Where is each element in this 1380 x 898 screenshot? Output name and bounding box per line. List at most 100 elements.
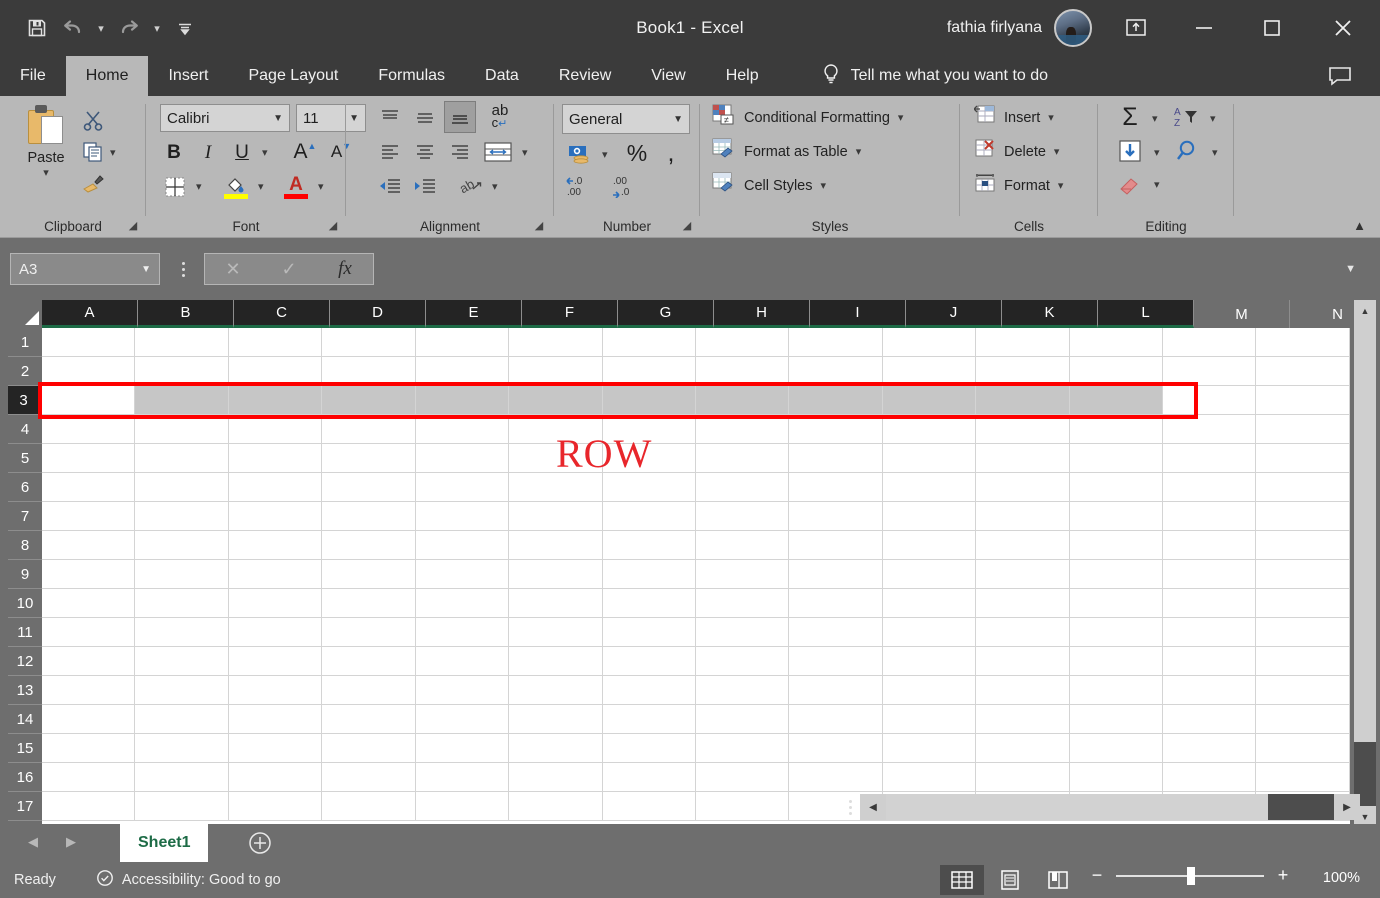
- cell-B9[interactable]: [135, 560, 229, 589]
- row-header-16[interactable]: 16: [8, 763, 42, 792]
- fill-color-button[interactable]: [220, 172, 252, 202]
- cell-F16[interactable]: [509, 763, 603, 792]
- cell-D14[interactable]: [322, 705, 416, 734]
- cell-B3[interactable]: [135, 386, 229, 415]
- tell-me-search[interactable]: Tell me what you want to do: [821, 56, 1048, 96]
- tab-formulas[interactable]: Formulas: [358, 56, 465, 96]
- column-header-G[interactable]: G: [618, 300, 714, 328]
- cell-C9[interactable]: [228, 560, 323, 589]
- fill-button[interactable]: [1114, 136, 1148, 166]
- wrap-text-button[interactable]: ab c↵: [480, 102, 520, 132]
- cell-B11[interactable]: [135, 618, 229, 647]
- cell-E10[interactable]: [415, 589, 510, 618]
- cell-A6[interactable]: [42, 473, 136, 502]
- number-dialog-launcher[interactable]: ◢: [680, 218, 694, 232]
- zoom-slider-track[interactable]: [1116, 866, 1264, 885]
- horizontal-scroll-thumb[interactable]: [886, 794, 1268, 820]
- row-header-3[interactable]: 3: [8, 386, 42, 415]
- copy-button[interactable]: [78, 138, 108, 166]
- cell-J6[interactable]: [882, 473, 977, 502]
- cell-E7[interactable]: [415, 502, 510, 531]
- cell-N16[interactable]: [1256, 763, 1350, 792]
- cell-H17[interactable]: [695, 792, 790, 821]
- tab-page-layout[interactable]: Page Layout: [228, 56, 358, 96]
- cell-N9[interactable]: [1256, 560, 1350, 589]
- middle-align-button[interactable]: [409, 104, 441, 132]
- formula-input[interactable]: ▼: [382, 253, 1362, 285]
- column-header-A[interactable]: A: [42, 300, 138, 328]
- cell-B13[interactable]: [135, 676, 229, 705]
- cell-F7[interactable]: [509, 502, 603, 531]
- cut-button[interactable]: [78, 106, 108, 134]
- cell-M14[interactable]: [1163, 705, 1257, 734]
- cell-E11[interactable]: [415, 618, 510, 647]
- format-as-table-dropdown-icon[interactable]: ▾: [856, 145, 862, 158]
- cell-H12[interactable]: [695, 647, 790, 676]
- top-align-button[interactable]: [374, 104, 406, 132]
- cell-A11[interactable]: [42, 618, 136, 647]
- cell-M15[interactable]: [1163, 734, 1257, 763]
- comma-style-button[interactable]: ,: [658, 138, 684, 168]
- row-header-8[interactable]: 8: [8, 531, 42, 560]
- cell-E2[interactable]: [415, 357, 510, 386]
- number-format-combo[interactable]: General ▼: [562, 104, 690, 134]
- format-cells-button[interactable]: Format ▾: [974, 172, 1063, 199]
- row-header-14[interactable]: 14: [8, 705, 42, 734]
- font-color-button[interactable]: A: [280, 172, 312, 202]
- merge-center-dropdown-icon[interactable]: ▾: [522, 146, 528, 159]
- cell-D11[interactable]: [322, 618, 416, 647]
- format-as-table-button[interactable]: Format as Table ▾: [712, 138, 861, 165]
- cell-K10[interactable]: [976, 589, 1070, 618]
- cell-A10[interactable]: [42, 589, 136, 618]
- cell-F2[interactable]: [509, 357, 603, 386]
- cell-M16[interactable]: [1163, 763, 1257, 792]
- cell-K16[interactable]: [976, 763, 1070, 792]
- cell-C12[interactable]: [228, 647, 323, 676]
- sheet-tab-sheet1[interactable]: Sheet1: [120, 824, 209, 862]
- cell-N8[interactable]: [1256, 531, 1350, 560]
- cell-L2[interactable]: [1069, 357, 1164, 386]
- cell-M5[interactable]: [1163, 444, 1257, 473]
- ribbon-display-options-icon[interactable]: [1102, 0, 1170, 56]
- find-select-button[interactable]: [1172, 136, 1206, 166]
- cell-M7[interactable]: [1163, 502, 1257, 531]
- cell-M1[interactable]: [1163, 328, 1257, 357]
- cell-E4[interactable]: [415, 415, 510, 444]
- cell-A1[interactable]: [42, 328, 136, 357]
- column-header-H[interactable]: H: [714, 300, 810, 328]
- cell-M12[interactable]: [1163, 647, 1257, 676]
- cell-L1[interactable]: [1069, 328, 1164, 357]
- cell-H3[interactable]: [695, 386, 790, 415]
- cell-K1[interactable]: [976, 328, 1070, 357]
- zoom-slider-thumb[interactable]: [1187, 866, 1196, 885]
- cell-B7[interactable]: [135, 502, 229, 531]
- cell-A16[interactable]: [42, 763, 136, 792]
- bold-button[interactable]: B: [160, 140, 188, 166]
- minimize-icon[interactable]: [1170, 0, 1238, 56]
- cell-E5[interactable]: [415, 444, 510, 473]
- cell-A15[interactable]: [42, 734, 136, 763]
- conditional-formatting-dropdown-icon[interactable]: ▾: [898, 111, 904, 124]
- cell-J12[interactable]: [882, 647, 977, 676]
- cell-F3[interactable]: [509, 386, 603, 415]
- cell-E16[interactable]: [415, 763, 510, 792]
- cell-L12[interactable]: [1069, 647, 1164, 676]
- cell-D10[interactable]: [322, 589, 416, 618]
- cell-I6[interactable]: [789, 473, 883, 502]
- cell-C11[interactable]: [228, 618, 323, 647]
- cell-J1[interactable]: [882, 328, 977, 357]
- cell-F10[interactable]: [509, 589, 603, 618]
- column-header-D[interactable]: D: [330, 300, 426, 328]
- cell-A17[interactable]: [42, 792, 136, 821]
- cell-styles-dropdown-icon[interactable]: ▾: [821, 179, 827, 192]
- cell-C7[interactable]: [228, 502, 323, 531]
- enter-formula-button[interactable]: ✓: [261, 254, 317, 284]
- cell-I9[interactable]: [789, 560, 883, 589]
- cell-C8[interactable]: [228, 531, 323, 560]
- cell-G11[interactable]: [602, 618, 696, 647]
- scroll-left-button[interactable]: ◀: [860, 794, 886, 820]
- cell-N7[interactable]: [1256, 502, 1350, 531]
- delete-cells-button[interactable]: Delete ▾: [974, 138, 1059, 165]
- row-header-5[interactable]: 5: [8, 444, 42, 473]
- cell-K14[interactable]: [976, 705, 1070, 734]
